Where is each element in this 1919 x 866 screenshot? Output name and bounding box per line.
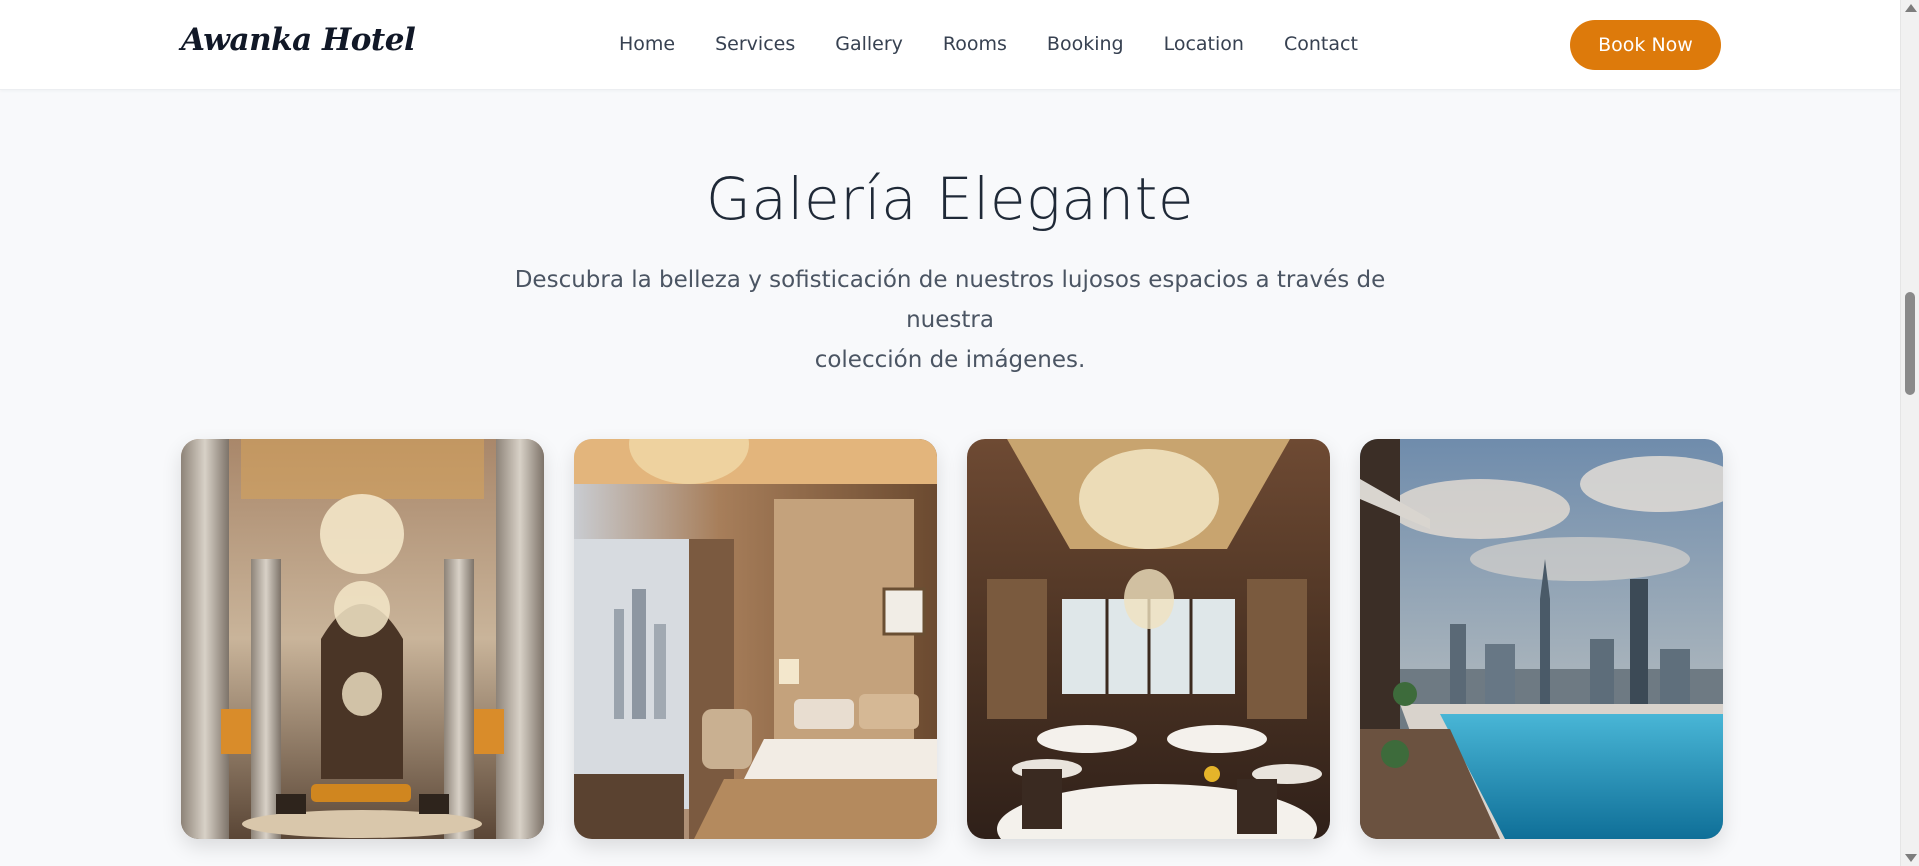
nav-link-gallery[interactable]: Gallery — [835, 33, 903, 55]
lobby-photo — [181, 439, 544, 839]
nav-link-location[interactable]: Location — [1164, 33, 1244, 55]
hotel-logo[interactable]: Awanka Hotel — [181, 22, 416, 58]
scroll-thumb[interactable] — [1905, 292, 1915, 395]
bedroom-photo — [574, 439, 937, 839]
gallery-subtitle-line-1: Descubra la belleza y sofisticación de n… — [514, 267, 1386, 333]
triangle-down-icon[interactable] — [1905, 854, 1917, 862]
nav-link-services[interactable]: Services — [715, 33, 795, 55]
nav-link-rooms[interactable]: Rooms — [943, 33, 1007, 55]
main-nav: Home Services Gallery Rooms Booking Loca… — [619, 33, 1398, 55]
gallery-image-lobby[interactable] — [181, 439, 544, 839]
gallery-title: Galería Elegante — [705, 165, 1195, 233]
nav-link-home[interactable]: Home — [619, 33, 675, 55]
gallery-image-bedroom[interactable] — [574, 439, 937, 839]
gallery-image-restaurant[interactable] — [967, 439, 1330, 839]
restaurant-photo — [967, 439, 1330, 839]
triangle-up-icon[interactable] — [1905, 4, 1917, 12]
rooftop-pool-photo — [1360, 439, 1723, 839]
gallery-subtitle-line-2: colección de imágenes. — [814, 347, 1086, 373]
gallery-image-rooftop-pool[interactable] — [1360, 439, 1723, 839]
book-now-button[interactable]: Book Now — [1570, 20, 1721, 70]
gallery-grid — [181, 439, 1723, 839]
nav-link-booking[interactable]: Booking — [1047, 33, 1124, 55]
gallery-subtitle: Descubra la belleza y sofisticación de n… — [480, 260, 1420, 380]
page-scrollbar[interactable] — [1900, 0, 1919, 866]
site-header: Awanka Hotel Home Services Gallery Rooms… — [0, 0, 1900, 90]
nav-link-contact[interactable]: Contact — [1284, 33, 1358, 55]
